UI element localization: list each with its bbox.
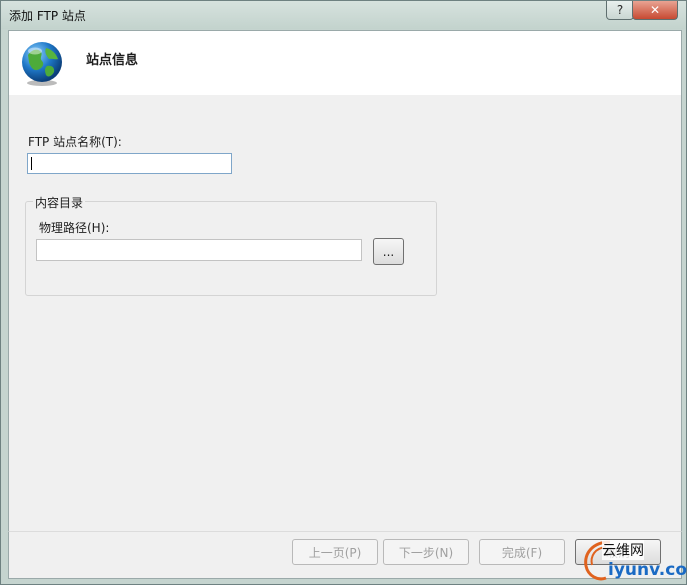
text-caret: [31, 157, 32, 170]
previous-button[interactable]: 上一页(P): [292, 539, 378, 565]
watermark: 云维网 iyunv.com: [580, 538, 687, 584]
globe-icon: [18, 39, 66, 90]
next-button[interactable]: 下一步(N): [383, 539, 469, 565]
content-directory-legend: 内容目录: [33, 194, 86, 211]
site-name-label: FTP 站点名称(T):: [28, 135, 122, 149]
wizard-content: FTP 站点名称(T): 内容目录 物理路径(H): ...: [8, 95, 682, 531]
finish-button[interactable]: 完成(F): [479, 539, 565, 565]
wizard-banner: 站点信息: [8, 30, 682, 96]
banner-title: 站点信息: [86, 53, 139, 68]
close-button[interactable]: ✕: [632, 1, 678, 20]
watermark-text-bottom: iyunv.com: [608, 560, 687, 580]
site-name-input[interactable]: [27, 153, 232, 174]
dialog-window: 添加 FTP 站点 ? ✕ 站点信息 FTP 站点名称(T): 内容目录 物理路…: [0, 0, 687, 585]
watermark-text-top: 云维网: [602, 540, 644, 560]
physical-path-input[interactable]: [36, 239, 362, 261]
browse-button[interactable]: ...: [373, 238, 404, 265]
window-title: 添加 FTP 站点: [9, 9, 86, 23]
physical-path-label: 物理路径(H):: [39, 221, 110, 235]
title-bar[interactable]: 添加 FTP 站点 ? ✕: [1, 1, 686, 29]
help-button[interactable]: ?: [606, 1, 634, 20]
